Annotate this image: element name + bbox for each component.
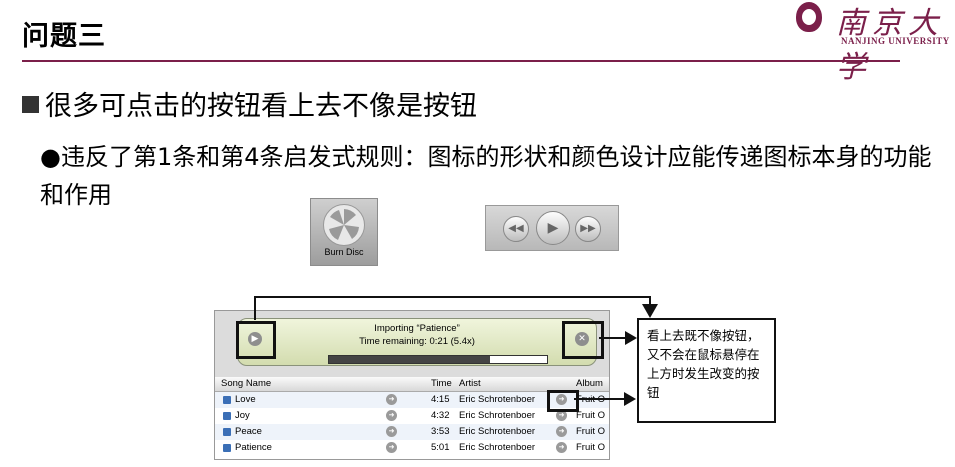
song-name: Patience bbox=[235, 442, 272, 453]
sub-bullet: ●违反了第1条和第4条启发式规则：图标的形状和颜色设计应能传递图标本身的功能和作… bbox=[40, 143, 932, 209]
song-name: Love bbox=[235, 394, 256, 405]
import-progress-bar bbox=[328, 355, 548, 364]
song-artist: Eric Schrotenboer bbox=[459, 426, 536, 437]
slide-title: 问题三 bbox=[22, 21, 106, 52]
song-album: Fruit O bbox=[576, 426, 606, 437]
main-bullet-text: 很多可点击的按钮看上去不像是按钮 bbox=[45, 91, 477, 122]
time-remaining: Time remaining: 0:21 (5.4x) bbox=[359, 336, 475, 347]
table-row[interactable]: Patience ➜ 5:01 Eric Schrotenboer ➜ Fruit O bbox=[215, 440, 609, 456]
song-checkbox[interactable] bbox=[223, 412, 231, 420]
song-time: 5:01 bbox=[431, 442, 450, 453]
status-display: Importing “Patience” Time remaining: 0:2… bbox=[237, 318, 597, 366]
song-artist: Eric Schrotenboer bbox=[459, 410, 536, 421]
logo-english: NANJING UNIVERSITY bbox=[841, 36, 950, 46]
go-arrow-icon[interactable]: ➜ bbox=[386, 442, 397, 453]
go-arrow-icon[interactable]: ➜ bbox=[386, 426, 397, 437]
status-play-icon[interactable]: ▶ bbox=[248, 332, 262, 346]
song-checkbox[interactable] bbox=[223, 444, 231, 452]
square-bullet-icon bbox=[22, 96, 39, 113]
song-time: 3:53 bbox=[431, 426, 450, 437]
itunes-window: Importing “Patience” Time remaining: 0:2… bbox=[214, 310, 610, 460]
song-time: 4:32 bbox=[431, 410, 450, 421]
progress-fill bbox=[329, 356, 491, 363]
song-artist: Eric Schrotenboer bbox=[459, 394, 536, 405]
burn-disc-icon bbox=[323, 204, 365, 246]
play-button[interactable]: ▶ bbox=[536, 211, 570, 245]
burn-disc-button[interactable]: Burn Disc bbox=[310, 198, 378, 266]
song-album: Fruit O bbox=[576, 442, 606, 453]
previous-button[interactable]: ◀◀ bbox=[503, 216, 529, 242]
song-album: Fruit O bbox=[576, 410, 606, 421]
annotation-text: 看上去既不像按钮，又不会在鼠标悬停在上方时发生改变的按钮 bbox=[647, 328, 760, 400]
table-row[interactable]: Peace ➜ 3:53 Eric Schrotenboer ➜ Fruit O bbox=[215, 424, 609, 440]
title-divider bbox=[22, 60, 900, 62]
song-time: 4:15 bbox=[431, 394, 450, 405]
song-artist: Eric Schrotenboer bbox=[459, 442, 536, 453]
artist-arrow-icon[interactable]: ➜ bbox=[556, 426, 567, 437]
artist-arrow-icon[interactable]: ➜ bbox=[556, 442, 567, 453]
column-artist[interactable]: Artist bbox=[459, 378, 481, 389]
artist-arrow-highlight bbox=[547, 390, 579, 412]
song-checkbox[interactable] bbox=[223, 428, 231, 436]
song-name: Peace bbox=[235, 426, 262, 437]
connector-line bbox=[254, 296, 650, 298]
arrowhead bbox=[642, 304, 658, 318]
main-bullet: 很多可点击的按钮看上去不像是按钮 bbox=[22, 84, 477, 123]
import-status: Importing “Patience” bbox=[374, 323, 460, 334]
annotation-box: 看上去既不像按钮，又不会在鼠标悬停在上方时发生改变的按钮 bbox=[637, 318, 776, 423]
song-name: Joy bbox=[235, 410, 250, 421]
go-arrow-icon[interactable]: ➜ bbox=[386, 410, 397, 421]
column-song-name[interactable]: Song Name bbox=[221, 378, 271, 389]
burn-disc-label: Burn Disc bbox=[324, 247, 364, 257]
university-seal-icon bbox=[796, 2, 822, 32]
playback-controls: ◀◀ ▶ ▶▶ bbox=[485, 205, 619, 251]
cancel-import-highlight: ✕ bbox=[562, 321, 604, 359]
arrowhead bbox=[624, 392, 636, 406]
go-arrow-icon[interactable]: ➜ bbox=[386, 394, 397, 405]
column-album[interactable]: Album bbox=[576, 378, 603, 389]
connector-line bbox=[574, 398, 626, 400]
song-checkbox[interactable] bbox=[223, 396, 231, 404]
cancel-import-icon[interactable]: ✕ bbox=[575, 332, 589, 346]
next-button[interactable]: ▶▶ bbox=[575, 216, 601, 242]
play-status-highlight: ▶ bbox=[236, 321, 276, 359]
university-logo: 南京大学 NANJING UNIVERSITY bbox=[796, 0, 955, 85]
connector-line bbox=[254, 296, 256, 320]
column-time[interactable]: Time bbox=[431, 378, 452, 389]
